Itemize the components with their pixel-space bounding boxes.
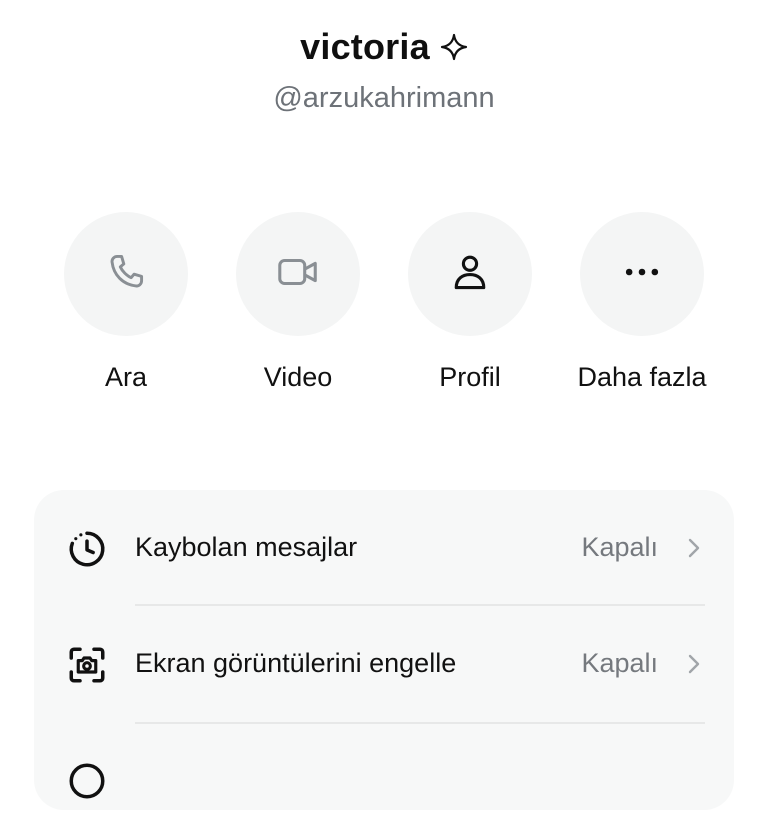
profile-handle: @arzukahrimann [273,82,495,114]
video-button-circle[interactable] [236,212,360,336]
setting-title: Kaybolan mesajlar [135,532,358,562]
video-camera-icon [275,249,321,300]
next-setting-row[interactable] [34,724,734,840]
partial-row-icon [66,760,108,802]
chevron-right-icon [684,652,704,681]
person-icon [448,250,492,299]
action-bar: Ara Video Profil Daha fazla [0,212,768,402]
name-row: victoria [0,26,768,68]
call-button-circle[interactable] [64,212,188,336]
setting-title: Ekran görüntülerini engelle [135,648,457,678]
phone-icon [104,250,148,299]
more-dots-icon [620,250,664,299]
setting-value: Kapalı [581,532,658,562]
more-button-circle[interactable] [580,212,704,336]
setting-value: Kapalı [581,648,658,678]
sparkle-icon [440,33,468,61]
chevron-right-icon [684,536,704,565]
timer-clock-icon [66,528,108,570]
more-button[interactable]: Daha fazla [552,212,732,402]
profile-name: victoria [300,26,430,67]
more-label: Daha fazla [577,362,707,392]
disappearing-messages-row[interactable]: Kaybolan mesajlar Kapalı [34,490,734,606]
settings-card: Kaybolan mesajlar Kapalı Ekran görüntüle… [34,490,734,810]
block-screenshots-row[interactable]: Ekran görüntülerini engelle Kapalı [34,606,734,722]
screenshot-camera-icon [66,644,108,686]
profile-button-circle[interactable] [408,212,532,336]
